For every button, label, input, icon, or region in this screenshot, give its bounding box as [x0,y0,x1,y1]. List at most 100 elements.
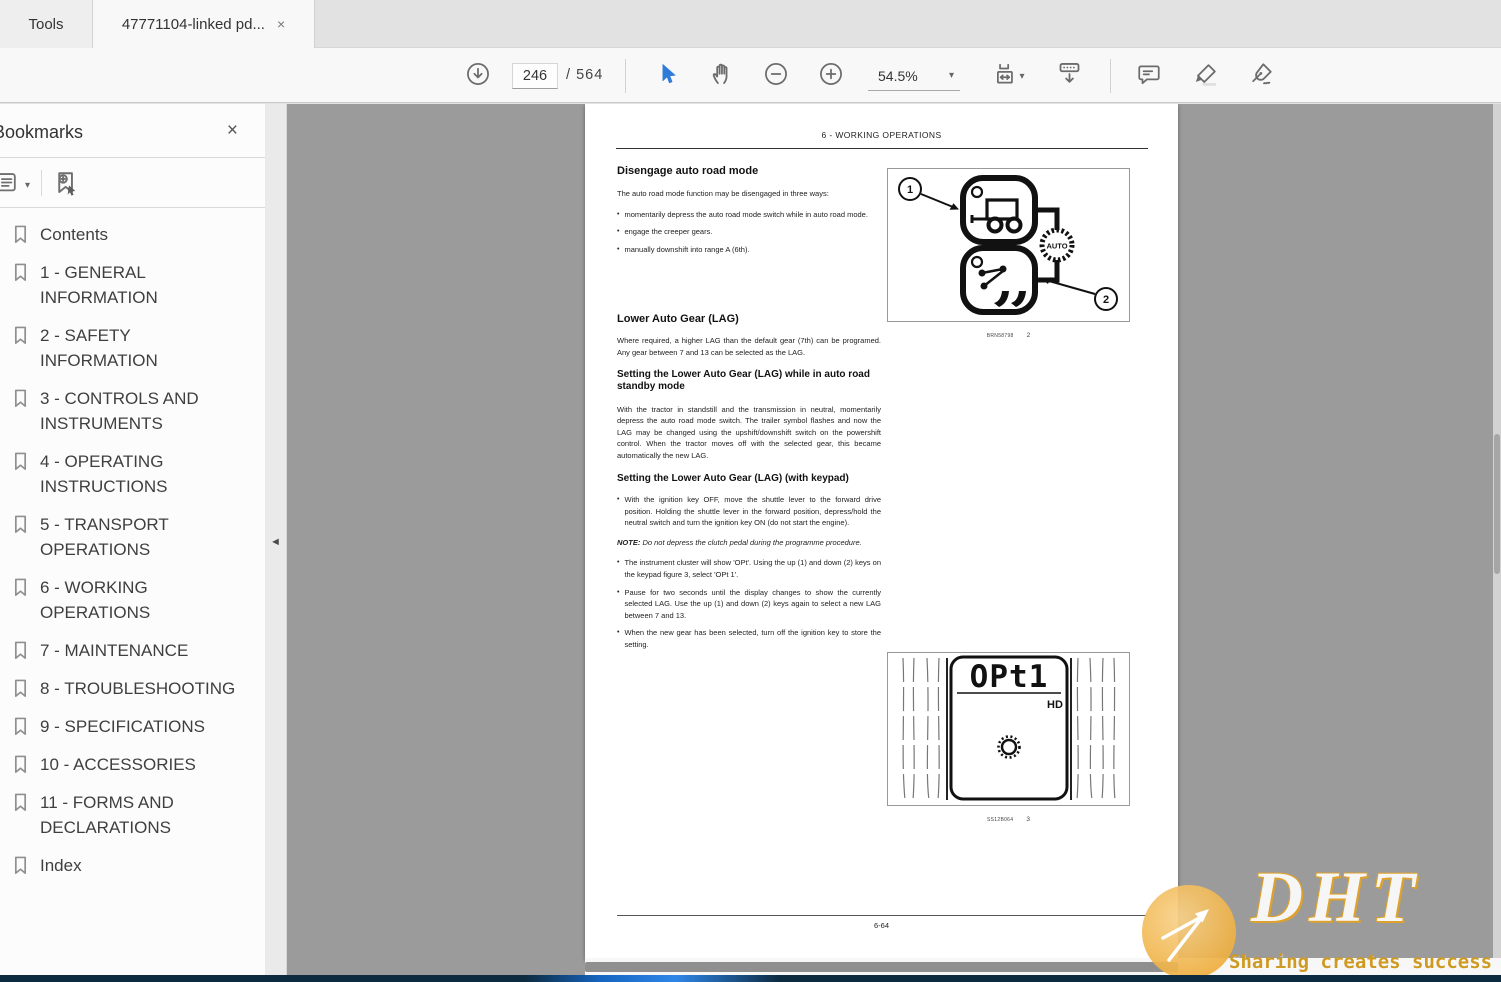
download-icon [465,61,491,92]
bookmark-label: 1 - GENERAL INFORMATION [40,260,252,310]
bookmarks-panel-title: Bookmarks [0,122,83,143]
pdf-page: 6 - WORKING OPERATIONS Disengage auto ro… [585,104,1178,958]
bookmark-label: 2 - SAFETY INFORMATION [40,323,252,373]
fountain-pen-icon [1248,60,1275,92]
collapse-panel-icon[interactable]: ◄ [270,536,281,548]
bookmark-icon [12,855,29,876]
add-bookmark-button[interactable] [52,169,81,203]
chevron-down-icon: ▾ [1019,71,1024,82]
zoom-level-value: 54.5% [878,68,918,84]
body-paragraph: With the tractor in standstill and the t… [617,404,881,462]
bookmark-item[interactable]: Contents [12,222,257,247]
minus-circle-icon [763,61,789,92]
bullet-text: With the ignition key OFF, move the shut… [624,494,881,529]
highlighter-icon [1193,60,1220,92]
vertical-scrollbar-thumb[interactable] [1494,434,1500,574]
fit-width-icon [993,61,1019,92]
horizontal-scrollbar-thumb[interactable] [585,962,1178,972]
page-number-input[interactable] [512,63,558,89]
subsection-title: Setting the Lower Auto Gear (LAG) (with … [617,473,881,486]
comment-button[interactable] [1132,59,1166,93]
bullet-text: manually downshift into range A (6th). [624,244,881,256]
bookmark-item[interactable]: 4 - OPERATING INSTRUCTIONS [12,449,257,499]
bookmark-icon [12,451,29,472]
footer-rule [617,915,1147,916]
note-text: Do not depress the clutch pedal during t… [642,538,861,547]
bullet-text: When the new gear has been selected, tur… [624,627,881,650]
bookmark-icon [12,514,29,535]
note-label: NOTE: [617,538,640,547]
close-tab-icon[interactable]: × [277,17,285,31]
comment-bubble-icon [1136,61,1162,92]
horizontal-scrollbar-track[interactable] [585,958,1501,975]
page-fit-button[interactable]: ▾ [985,59,1033,93]
hand-icon [708,60,735,92]
page-scrolling-button[interactable] [1052,59,1086,93]
bullet-item: Pause for two seconds until the display … [617,587,881,622]
highlight-button[interactable] [1189,59,1223,93]
close-panel-icon[interactable]: × [227,120,238,142]
callout-2: 2 [1103,294,1109,306]
bookmark-item[interactable]: 8 - TROUBLESHOOTING [12,676,257,701]
bookmark-item[interactable]: 3 - CONTROLS AND INSTRUMENTS [12,386,257,436]
bookmark-item[interactable]: 10 - ACCESSORIES [12,752,257,777]
bullet-text: engage the creeper gears. [624,226,881,238]
note-paragraph: NOTE: Do not depress the clutch pedal du… [617,537,881,549]
main-toolbar: / 564 54.5% ▾ [0,48,1501,103]
bookmark-icon [12,388,29,409]
bookmark-label: 7 - MAINTENANCE [40,638,188,663]
zoom-in-button[interactable] [814,59,848,93]
tab-bar: Tools 47771104-linked pd... × [0,0,1501,48]
select-tool-button[interactable] [650,59,684,93]
figure-caption: SS12B0643 [887,808,1130,826]
toolbar-divider [1110,59,1111,93]
figure-caption: BRN587982 [887,324,1130,342]
text-column: Disengage auto road mode The auto road m… [617,104,881,651]
bookmark-options-button[interactable]: ▾ [0,169,30,201]
chevron-down-icon: ▾ [25,180,30,191]
tab-document[interactable]: 47771104-linked pd... × [93,0,315,48]
panel-options-icon [0,169,21,201]
tab-document-label: 47771104-linked pd... [122,16,265,33]
bookmark-label: Contents [40,222,108,247]
tab-tools-label: Tools [28,16,63,33]
bookmark-item[interactable]: 2 - SAFETY INFORMATION [12,323,257,373]
bookmark-item[interactable]: Index [12,853,257,878]
dht-watermark-title: DHT [1251,856,1421,939]
page-footer-number: 6-64 [585,921,1178,930]
bookmark-label: 8 - TROUBLESHOOTING [40,676,235,701]
vertical-scrollbar-track[interactable] [1493,104,1501,958]
bookmark-item[interactable]: 9 - SPECIFICATIONS [12,714,257,739]
bookmark-label: 3 - CONTROLS AND INSTRUMENTS [40,386,252,436]
bookmarks-panel-toolbar: ▾ [0,158,265,208]
bookmarks-panel-header: Bookmarks × [0,104,265,158]
scrolling-mode-icon [1056,60,1083,92]
bookmark-item[interactable]: 5 - TRANSPORT OPERATIONS [12,512,257,562]
zoom-level-dropdown[interactable]: 54.5% ▾ [868,61,960,91]
select-cursor-icon [654,61,680,92]
bookmark-item[interactable]: 7 - MAINTENANCE [12,638,257,663]
save-download-button[interactable] [461,59,495,93]
figure-instrument-cluster: OPt1 HD [887,652,1130,806]
page-count-label: / 564 [566,67,603,83]
hand-tool-button[interactable] [704,59,738,93]
body-paragraph: The auto road mode function may be disen… [617,188,881,200]
panel-resize-handle[interactable]: ◄ [265,104,287,975]
bookmark-item[interactable]: 11 - FORMS AND DECLARATIONS [12,790,257,840]
bookmark-icon [12,224,29,245]
bookmark-item[interactable]: 1 - GENERAL INFORMATION [12,260,257,310]
bullet-item: manually downshift into range A (6th). [617,244,881,256]
bookmark-list: Contents 1 - GENERAL INFORMATION 2 - SAF… [12,222,257,891]
bookmark-item[interactable]: 6 - WORKING OPERATIONS [12,575,257,625]
bookmark-label: 11 - FORMS AND DECLARATIONS [40,790,252,840]
zoom-out-button[interactable] [759,59,793,93]
bullet-text: The instrument cluster will show 'OPt'. … [624,557,881,580]
fill-sign-button[interactable] [1244,59,1278,93]
pdf-viewer-window: Tools 47771104-linked pd... × / 564 [0,0,1501,982]
chevron-down-icon: ▾ [949,70,954,81]
toolbar-divider [625,59,626,93]
bookmark-icon [12,262,29,283]
figure-auto-road-mode: AUTO 1 2 [887,168,1130,322]
document-viewport[interactable]: 6 - WORKING OPERATIONS Disengage auto ro… [287,104,1501,975]
tab-tools[interactable]: Tools [0,0,93,48]
